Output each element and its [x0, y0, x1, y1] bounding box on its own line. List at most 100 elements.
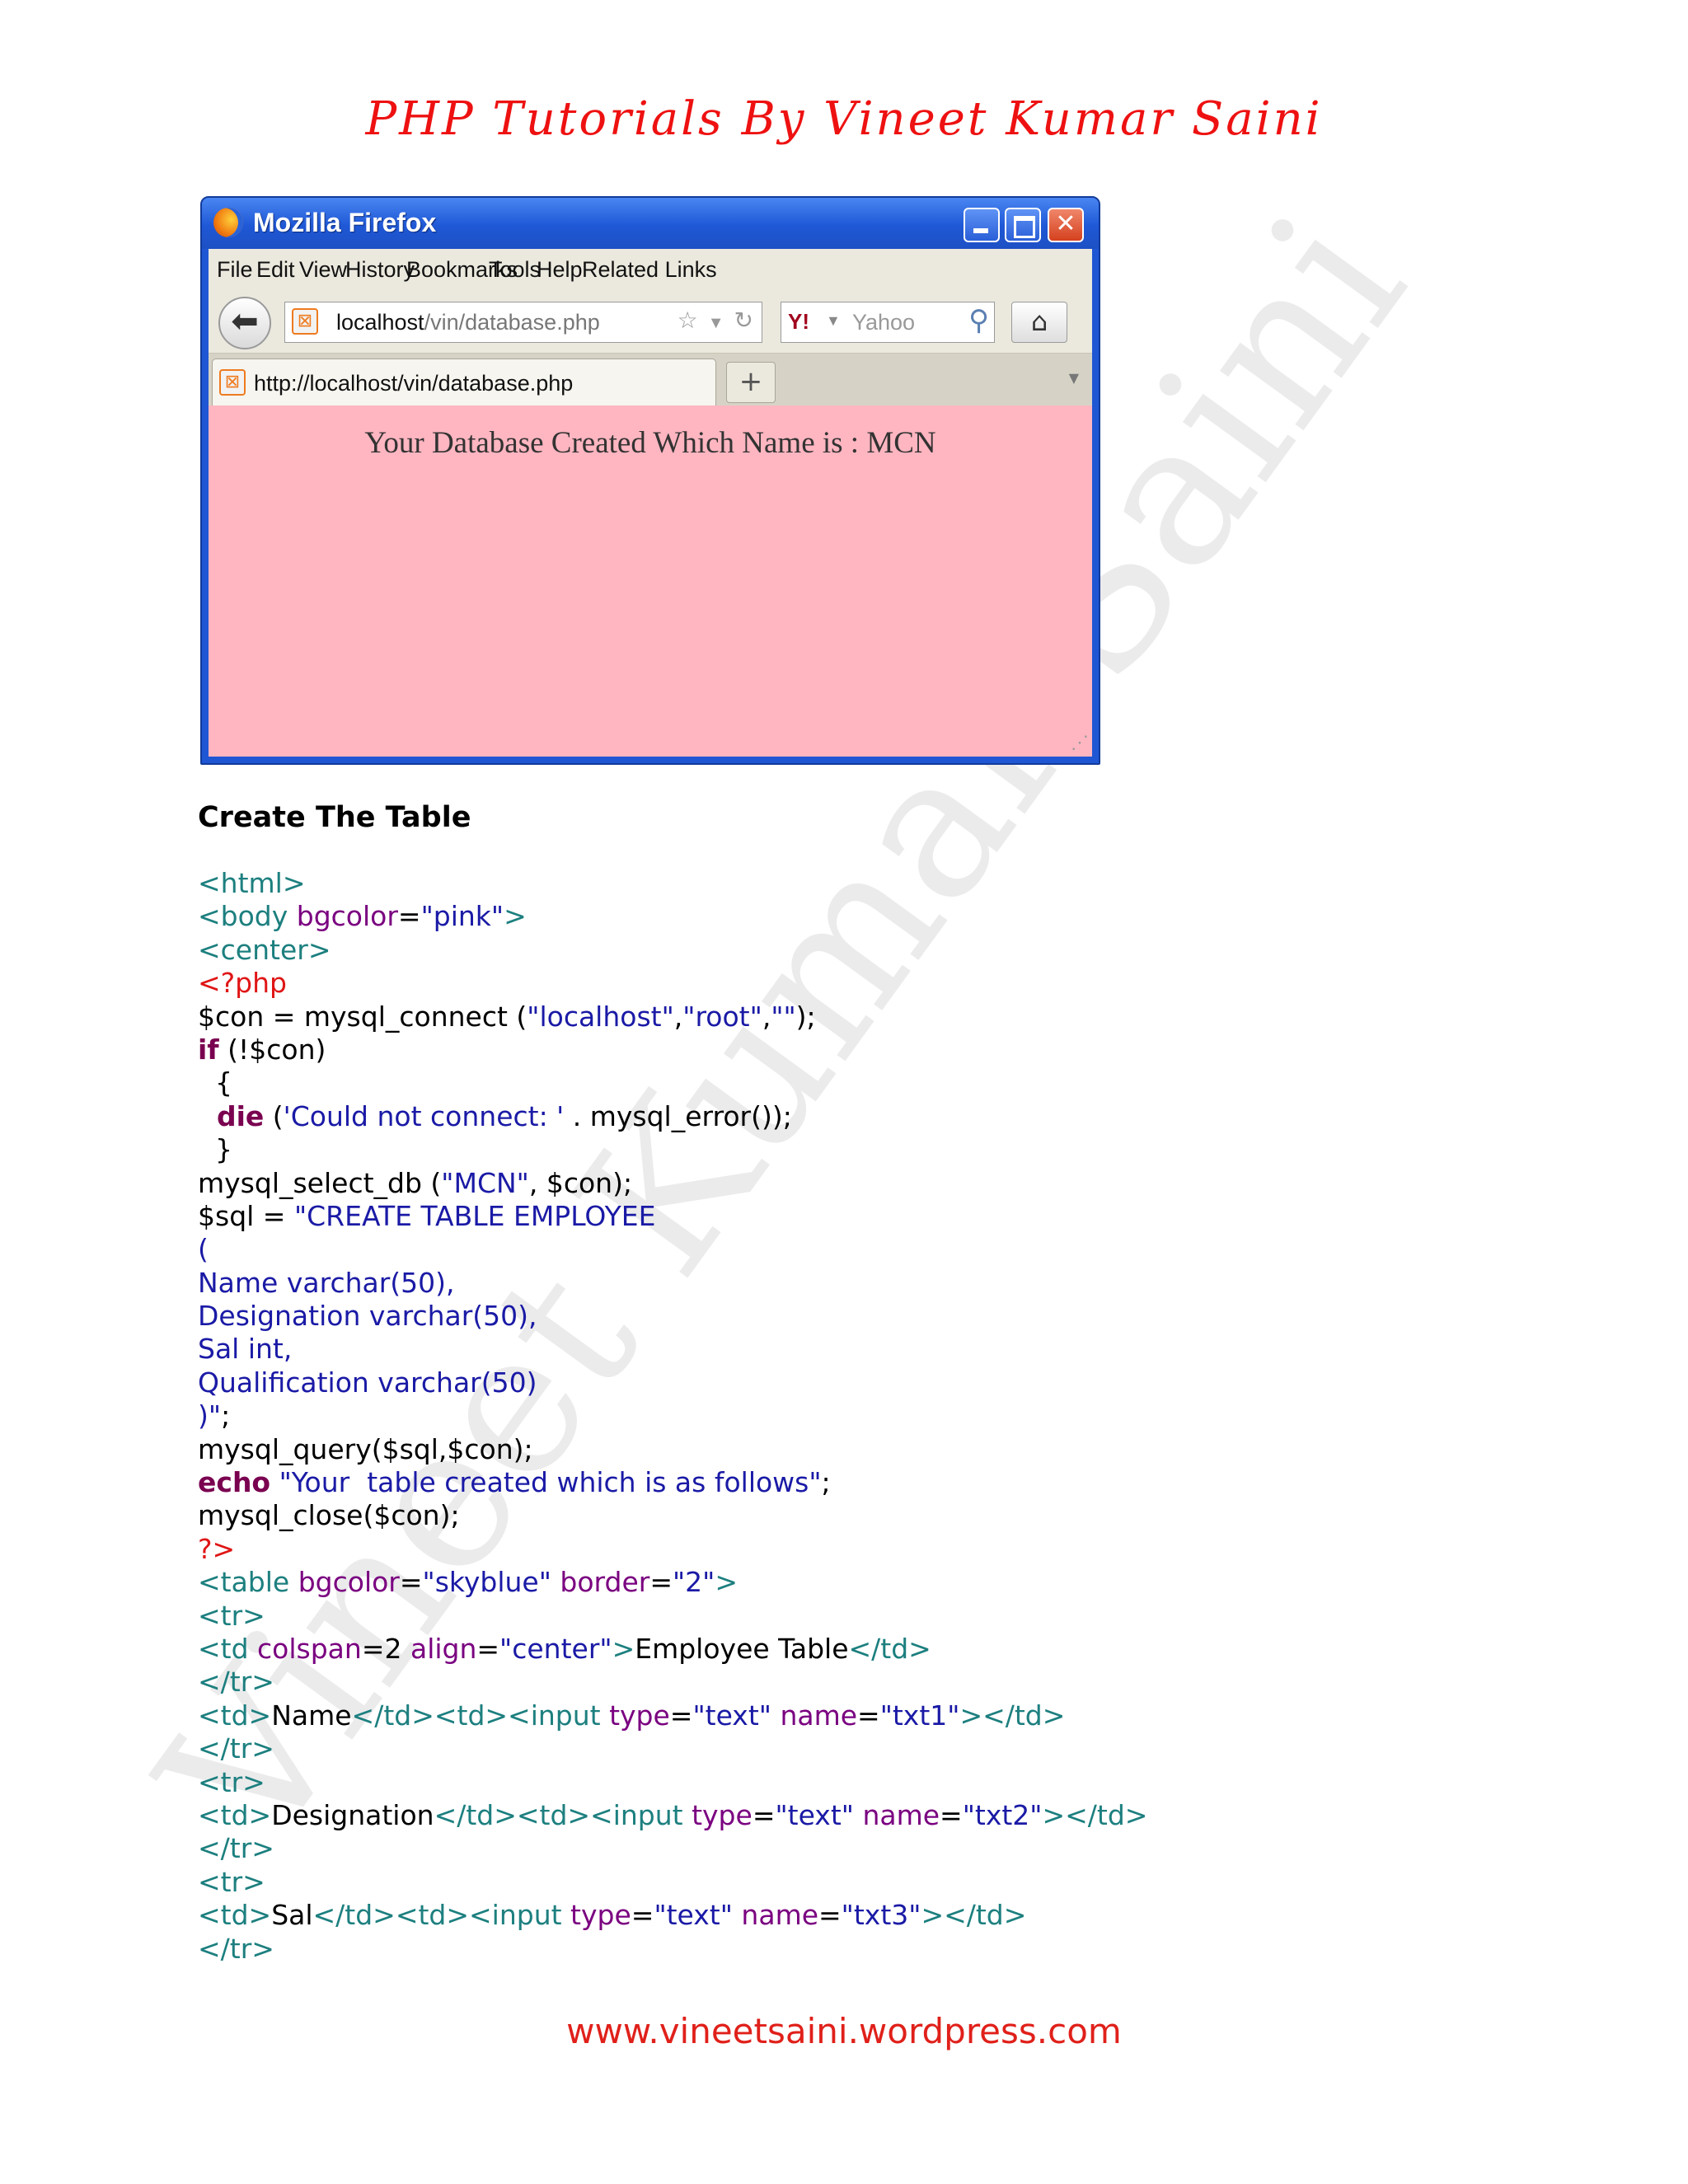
code-token: Qualification varchar(50) — [198, 1366, 537, 1399]
firefox-logo-icon — [213, 208, 243, 237]
code-line: if (!$con) — [198, 1033, 1434, 1066]
code-line: <table bgcolor="skyblue" border="2"> — [198, 1566, 1434, 1599]
code-token: =2 — [361, 1632, 410, 1665]
code-token: mysql_query($sql,$con); — [198, 1432, 533, 1465]
code-token: name — [853, 1798, 940, 1831]
maximize-button[interactable] — [1005, 208, 1041, 242]
bookmark-star-icon[interactable]: ☆ — [678, 307, 698, 333]
menu-help[interactable]: Help — [537, 257, 583, 283]
menu-edit[interactable]: Edit — [256, 257, 295, 283]
code-token: </tr> — [198, 1932, 274, 1965]
yahoo-logo-icon[interactable]: Y! — [788, 309, 809, 335]
firefox-window: Mozilla Firefox ✕ File Edit View History… — [200, 196, 1100, 765]
code-token: Name — [271, 1699, 352, 1732]
code-line: } — [198, 1133, 1434, 1166]
page-content: Your Database Created Which Name is : MC… — [209, 405, 1092, 757]
back-button[interactable]: ⬅ — [218, 297, 271, 349]
tab-database[interactable]: ⊠ http://localhost/vin/database.php — [212, 359, 716, 406]
menu-bar: File Edit View History Bookmarks Tools H… — [209, 249, 1092, 290]
search-icon[interactable]: ⚲ — [968, 304, 989, 337]
site-favicon-icon: ⊠ — [292, 308, 318, 335]
code-token: "txt1" — [879, 1699, 960, 1732]
code-token: <tr> — [198, 1865, 265, 1898]
code-line: </tr> — [198, 1832, 1434, 1865]
code-line: echo "Your table created which is as fol… — [198, 1466, 1434, 1499]
code-line: <tr> — [198, 1600, 1434, 1633]
code-token: <td> — [198, 1899, 272, 1932]
code-token: ( — [198, 1233, 209, 1266]
code-token: . mysql_error()); — [564, 1099, 792, 1132]
tab-list-dropdown-icon[interactable]: ▼ — [1069, 370, 1079, 386]
code-token: = — [857, 1699, 880, 1732]
code-token: "center" — [499, 1632, 612, 1665]
menu-file[interactable]: File — [217, 257, 253, 283]
code-line: <td>Designation</td><td><input type="tex… — [198, 1799, 1434, 1832]
search-engine-dropdown-icon[interactable]: ▼ — [826, 312, 841, 330]
home-button[interactable]: ⌂ — [1011, 302, 1067, 343]
browser-chrome: File Edit View History Bookmarks Tools H… — [209, 249, 1092, 757]
code-token: (!$con) — [218, 1033, 326, 1066]
code-line: mysql_select_db ("MCN", $con); — [198, 1167, 1434, 1200]
menu-history[interactable]: History — [345, 257, 415, 283]
code-token: "root" — [682, 1000, 762, 1033]
code-line: { — [198, 1066, 1434, 1099]
database-created-message: Your Database Created Which Name is : MC… — [364, 426, 936, 460]
tab-bar: ⊠ http://localhost/vin/database.php + ▼ — [209, 354, 1092, 408]
code-token: = — [940, 1798, 963, 1831]
code-token: ?> — [198, 1532, 236, 1565]
code-line: </tr> — [198, 1933, 1434, 1966]
close-button[interactable]: ✕ — [1048, 208, 1084, 242]
code-token: "localhost" — [527, 1000, 674, 1033]
minimize-button[interactable] — [964, 208, 1000, 242]
code-token: <?php — [198, 967, 287, 1000]
code-token: <table — [198, 1566, 290, 1599]
reload-icon[interactable]: ↻ — [734, 307, 753, 333]
code-line: $con = mysql_connect ("localhost","root"… — [198, 1001, 1434, 1033]
code-line: <td colspan=2 align="center">Employee Ta… — [198, 1633, 1434, 1666]
code-line: Name varchar(50), — [198, 1267, 1434, 1300]
code-token: ; — [821, 1466, 831, 1499]
code-line: mysql_close($con); — [198, 1499, 1434, 1532]
code-token: "CREATE TABLE EMPLOYEE — [293, 1199, 656, 1232]
new-tab-button[interactable]: + — [726, 362, 776, 403]
url-bar[interactable]: ⊠ localhost/vin/database.php ☆ ▼ ↻ — [284, 302, 762, 343]
tab-title: http://localhost/vin/database.php — [254, 371, 574, 396]
search-placeholder: Yahoo — [852, 310, 916, 335]
code-token: = — [669, 1699, 693, 1732]
code-token: </tr> — [198, 1832, 274, 1865]
code-token: bgcolor — [288, 900, 398, 933]
search-bar[interactable]: Y! ▼ Yahoo ⚲ — [781, 302, 995, 343]
code-token: Employee Table — [635, 1632, 849, 1665]
code-token: $con = mysql_connect ( — [198, 1000, 528, 1033]
code-token: echo — [198, 1466, 271, 1499]
code-token: > — [504, 900, 527, 933]
code-line: $sql = "CREATE TABLE EMPLOYEE — [198, 1200, 1434, 1233]
code-line: <?php — [198, 967, 1434, 1000]
menu-tools[interactable]: Tools — [489, 257, 541, 283]
code-token: "" — [771, 1000, 796, 1033]
menu-view[interactable]: View — [299, 257, 347, 283]
footer-link[interactable]: www.vineetsaini.wordpress.com — [0, 2011, 1688, 2051]
url-dropdown-icon[interactable]: ▼ — [708, 314, 724, 332]
code-token: "text" — [654, 1899, 733, 1932]
code-token: </td><td><input — [351, 1699, 601, 1732]
tab-favicon-icon: ⊠ — [219, 369, 246, 396]
code-token: if — [198, 1033, 219, 1066]
code-token: Designation — [271, 1798, 434, 1831]
code-line: ( — [198, 1233, 1434, 1266]
resize-grip-icon[interactable]: ⋰ — [1071, 732, 1089, 753]
code-line: Designation varchar(50), — [198, 1300, 1434, 1333]
code-line: <center> — [198, 934, 1434, 967]
menu-related-links[interactable]: Related Links — [582, 257, 717, 283]
close-icon: ✕ — [1055, 209, 1076, 238]
url-text[interactable]: localhost/vin/database.php — [336, 310, 600, 335]
code-token: colspan — [248, 1632, 362, 1665]
code-line: Sal int, — [198, 1333, 1434, 1366]
url-host: localhost — [336, 310, 424, 335]
code-token: = — [752, 1798, 776, 1831]
code-line: <html> — [198, 867, 1434, 900]
code-token: <td> — [198, 1798, 272, 1831]
home-icon: ⌂ — [1030, 306, 1048, 337]
code-token: , — [762, 1000, 771, 1033]
code-token: ></td> — [959, 1699, 1066, 1732]
